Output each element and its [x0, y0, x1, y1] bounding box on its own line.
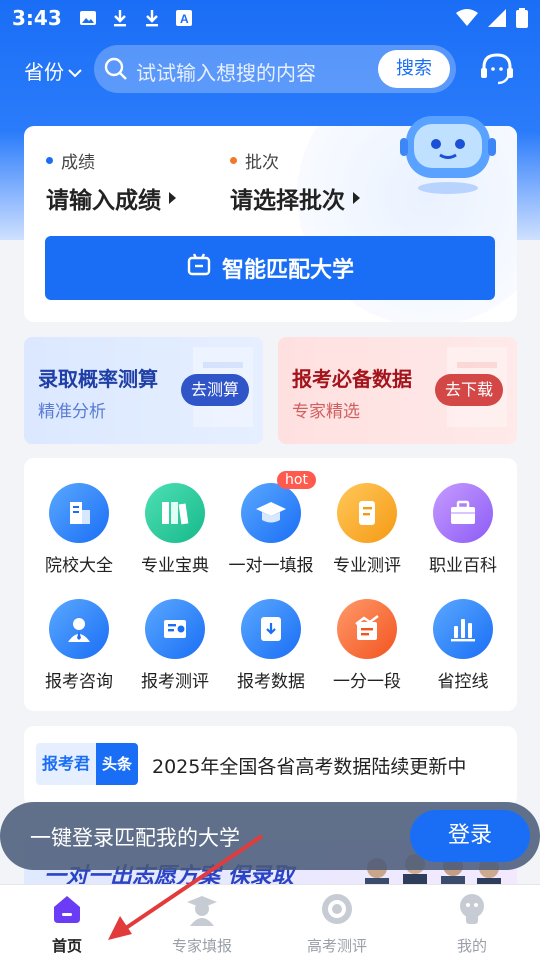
download-folder-icon — [241, 599, 301, 659]
login-prompt-bar: 一键登录匹配我的大学 登录 — [0, 802, 540, 870]
score-field[interactable]: 成绩 请输入成绩 — [46, 148, 176, 215]
signal-icon — [488, 9, 506, 31]
grid-item-careers[interactable]: 职业百科 — [415, 483, 511, 576]
customer-service-icon[interactable] — [478, 50, 516, 88]
briefcase-icon — [433, 483, 493, 543]
evaluation-icon — [319, 891, 355, 927]
smart-match-label: 智能匹配大学 — [221, 258, 354, 283]
tab-expert-filling[interactable]: 专家填报 — [152, 891, 252, 956]
batch-field[interactable]: 批次 请选择批次 — [230, 148, 360, 215]
graduation-cap-icon — [241, 483, 301, 543]
grid-item-score-rank[interactable]: 一分一段 — [319, 599, 415, 692]
grid-item-majors[interactable]: 专业宝典 — [127, 483, 223, 576]
score-chart-icon — [337, 599, 397, 659]
download-notification-icon — [110, 8, 130, 28]
status-bar: 3:43 A — [0, 0, 540, 36]
chevron-down-icon — [68, 59, 82, 83]
grid-item-consulting[interactable]: 报考咨询 — [31, 599, 127, 692]
grid-item-exam-data[interactable]: 报考数据 — [223, 599, 319, 692]
grid-label: 省控线 — [437, 672, 489, 692]
tab-profile[interactable]: 我的 — [422, 891, 522, 956]
expert-icon — [184, 891, 220, 927]
tab-label: 我的 — [456, 937, 487, 955]
grid-item-one-on-one[interactable]: hot 一对一填报 — [223, 471, 319, 576]
bottom-tab-bar: 首页 专家填报 高考测评 我的 — [0, 884, 540, 960]
tab-label: 高考测评 — [306, 937, 367, 955]
orange-dot-icon — [230, 157, 237, 164]
essential-data-card[interactable]: 报考必备数据 专家精选 去下载 — [278, 337, 517, 444]
calculate-button[interactable]: 去测算 — [180, 374, 249, 406]
grid-item-control-line[interactable]: 省控线 — [415, 599, 511, 692]
scroll-icon — [337, 483, 397, 543]
wifi-icon — [456, 9, 478, 31]
caret-right-icon — [353, 192, 360, 204]
battery-icon — [516, 8, 528, 32]
status-time: 3:43 — [12, 6, 62, 30]
tab-home[interactable]: 首页 — [17, 891, 117, 956]
blue-dot-icon — [46, 157, 53, 164]
feature-grid: 院校大全 专业宝典 hot 一对一填报 专业测评 职业百科 报考咨询 报考测评 … — [24, 458, 517, 711]
bar-chart-icon — [433, 599, 493, 659]
score-label: 成绩 — [61, 153, 95, 173]
batch-value: 请选择批次 — [230, 188, 345, 214]
translate-notification-icon: A — [174, 8, 194, 28]
login-prompt-text: 一键登录匹配我的大学 — [30, 826, 240, 850]
download-button[interactable]: 去下载 — [434, 374, 503, 406]
download-notification-icon — [142, 8, 162, 28]
smart-match-button[interactable]: 智能匹配大学 — [45, 236, 495, 300]
province-label: 省份 — [24, 60, 64, 84]
robot-mascot-icon — [398, 108, 522, 200]
admission-probability-card[interactable]: 录取概率测算 精准分析 去测算 — [24, 337, 263, 444]
hot-badge: hot — [277, 471, 316, 489]
grid-item-exam-assessment[interactable]: 报考测评 — [127, 599, 223, 692]
search-bar[interactable]: 试试输入想搜的内容 搜索 — [94, 45, 456, 93]
news-ticker[interactable]: 报考君 头条 2025年全国各省高考数据陆续更新中 — [24, 726, 517, 806]
news-tag-brand: 报考君 — [36, 743, 97, 785]
grid-label: 一分一段 — [333, 672, 401, 692]
books-icon — [145, 483, 205, 543]
news-text: 2025年全国各省高考数据陆续更新中 — [152, 756, 467, 778]
score-value: 请输入成绩 — [46, 188, 161, 214]
profile-icon — [454, 891, 490, 927]
grid-label: 专业宝典 — [141, 556, 209, 576]
grid-label: 院校大全 — [45, 556, 113, 576]
search-placeholder: 试试输入想搜的内容 — [136, 61, 316, 85]
grid-label: 一对一填报 — [228, 556, 314, 576]
caret-right-icon — [169, 192, 176, 204]
province-selector[interactable]: 省份 — [24, 56, 82, 85]
advisor-icon — [49, 599, 109, 659]
assessment-icon — [145, 599, 205, 659]
tab-label: 专家填报 — [171, 937, 232, 955]
news-tag: 报考君 头条 — [36, 743, 139, 785]
grid-label: 报考测评 — [141, 672, 209, 692]
news-tag-headline: 头条 — [96, 743, 139, 785]
school-icon — [49, 483, 109, 543]
promo-title: 录取概率测算 — [38, 367, 158, 391]
promo-subtitle: 精准分析 — [38, 402, 106, 422]
search-icon — [104, 57, 128, 85]
svg-text:A: A — [180, 12, 189, 26]
tab-label: 首页 — [51, 937, 82, 955]
grid-item-major-assessment[interactable]: 专业测评 — [319, 483, 415, 576]
top-bar: 省份 试试输入想搜的内容 搜索 — [0, 44, 540, 94]
batch-label: 批次 — [245, 153, 279, 173]
login-button[interactable]: 登录 — [410, 810, 530, 862]
promo-subtitle: 专家精选 — [292, 402, 360, 422]
tab-exam-evaluation[interactable]: 高考测评 — [287, 891, 387, 956]
grid-label: 报考数据 — [237, 672, 305, 692]
home-icon — [49, 891, 85, 927]
grid-label: 职业百科 — [429, 556, 497, 576]
robot-outline-icon — [186, 252, 212, 284]
image-notification-icon — [78, 8, 98, 28]
grid-label: 专业测评 — [333, 556, 401, 576]
promo-title: 报考必备数据 — [292, 367, 412, 391]
search-button[interactable]: 搜索 — [378, 50, 450, 88]
grid-item-schools[interactable]: 院校大全 — [31, 483, 127, 576]
grid-label: 报考咨询 — [45, 672, 113, 692]
